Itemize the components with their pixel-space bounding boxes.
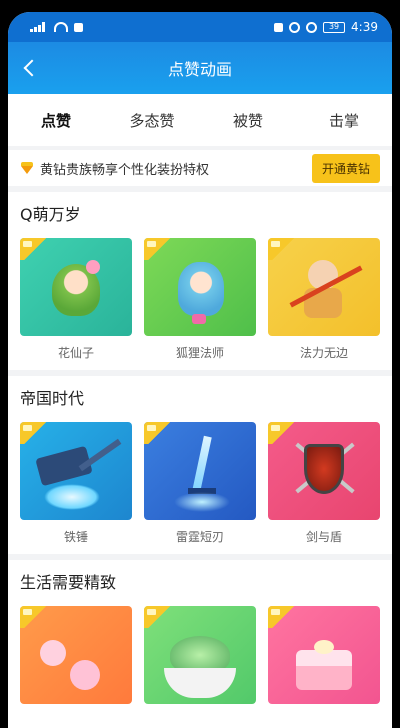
back-button[interactable]	[16, 54, 44, 82]
mute-icon	[306, 21, 318, 33]
item-card[interactable]: 花仙子	[20, 238, 132, 360]
title-bar: 点赞动画	[8, 42, 392, 94]
item-name	[20, 712, 132, 728]
tab-bar: 点赞 多态赞 被赞 击掌	[8, 94, 392, 146]
notification-icon	[74, 22, 83, 32]
item-thumbnail	[268, 606, 380, 704]
vip-badge	[268, 422, 298, 444]
phone-screen: 39 4:39 点赞动画 点赞 多态赞 被赞 击掌 黄钻贵族畅享个性化装扮特权 …	[8, 12, 392, 728]
section-q-cute: Q萌万岁 花仙子 狐狸法师 法力无边	[8, 192, 392, 370]
item-card[interactable]	[268, 606, 380, 728]
item-card[interactable]: 法力无边	[268, 238, 380, 360]
item-thumbnail	[144, 422, 256, 520]
vip-badge	[268, 238, 298, 260]
thunder-glow-art	[174, 492, 230, 512]
alarm-icon	[289, 21, 301, 33]
vip-badge	[20, 422, 50, 444]
vip-badge	[20, 238, 50, 260]
section-title: 生活需要精致	[20, 573, 117, 592]
gem-art	[192, 314, 206, 324]
lightning-glow-art	[44, 484, 100, 510]
item-name: 狐狸法师	[175, 346, 224, 360]
item-card[interactable]	[20, 606, 132, 728]
section-refined-life: 生活需要精致	[8, 560, 392, 728]
item-name: 铁锤	[63, 530, 88, 544]
item-thumbnail	[268, 238, 380, 336]
page-title: 点赞动画	[167, 60, 232, 79]
item-name: 法力无边	[299, 346, 348, 360]
item-card[interactable]: 铁锤	[20, 422, 132, 544]
shield-art	[304, 444, 344, 494]
item-name	[144, 712, 256, 728]
signal-icon	[30, 22, 48, 32]
dagger-blade-art	[192, 435, 212, 493]
item-thumbnail	[268, 422, 380, 520]
section-title: Q萌万岁	[20, 205, 81, 224]
vip-banner: 黄钻贵族畅享个性化装扮特权 开通黄钻	[8, 150, 392, 186]
section-title: 帝国时代	[20, 389, 85, 408]
cake-top-art	[314, 640, 334, 654]
item-card[interactable]: 剑与盾	[268, 422, 380, 544]
item-name: 剑与盾	[305, 530, 342, 544]
blossom-art	[40, 640, 66, 666]
item-thumbnail	[144, 606, 256, 704]
item-thumbnail	[144, 238, 256, 336]
item-card[interactable]: 雷霆短刃	[144, 422, 256, 544]
item-name	[268, 712, 380, 728]
nfc-icon	[274, 22, 284, 32]
wifi-icon	[54, 22, 68, 32]
section-empire: 帝国时代 铁锤 雷霆短刃 剑与盾	[8, 376, 392, 554]
vip-badge	[144, 238, 174, 260]
item-thumbnail	[20, 238, 132, 336]
tab-high-five[interactable]: 击掌	[296, 110, 392, 131]
tab-multi-like[interactable]: 多态赞	[104, 110, 200, 131]
item-thumbnail	[20, 606, 132, 704]
vip-badge	[144, 422, 174, 444]
yellow-diamond-icon	[20, 162, 34, 174]
flower-art	[86, 260, 100, 274]
banner-text: 黄钻贵族畅享个性化装扮特权	[40, 162, 210, 178]
cake-art	[296, 650, 352, 690]
vip-badge	[20, 606, 50, 628]
vip-badge	[144, 606, 174, 628]
item-name: 花仙子	[57, 346, 94, 360]
tab-liked[interactable]: 被赞	[200, 110, 296, 131]
back-arrow-icon	[23, 59, 41, 77]
battery-icon: 39	[323, 21, 346, 33]
pot-art	[164, 668, 236, 698]
vip-badge	[268, 606, 298, 628]
tab-like[interactable]: 点赞	[8, 110, 104, 131]
clock: 4:39	[351, 20, 378, 34]
blossom-art	[70, 660, 100, 690]
item-name: 雷霆短刃	[175, 530, 224, 544]
open-vip-button[interactable]: 开通黄钻	[311, 153, 380, 183]
status-bar: 39 4:39	[8, 12, 392, 42]
item-card[interactable]	[144, 606, 256, 728]
item-thumbnail	[20, 422, 132, 520]
fox-mage-art	[178, 262, 224, 316]
item-card[interactable]: 狐狸法师	[144, 238, 256, 360]
